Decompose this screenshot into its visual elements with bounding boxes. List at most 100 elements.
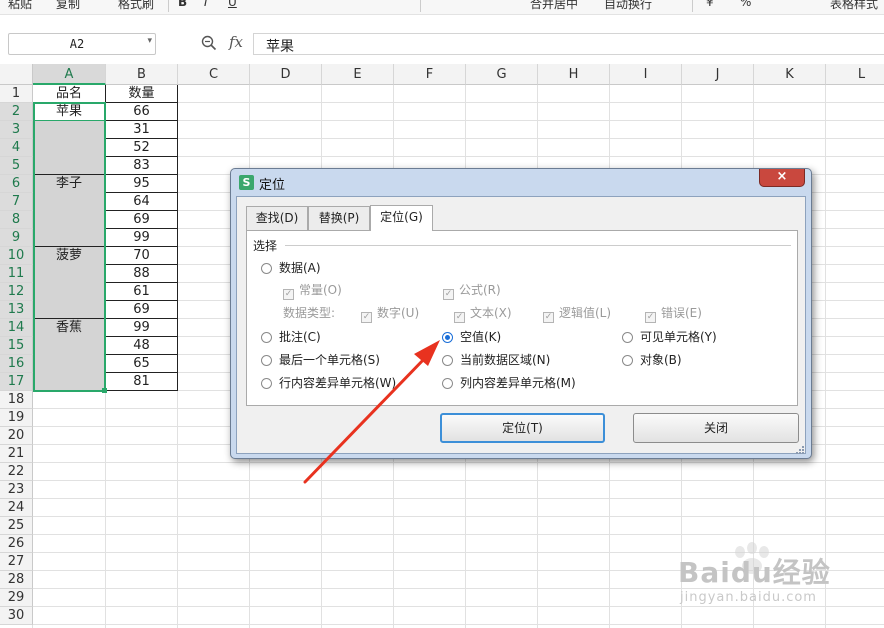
tab-find[interactable]: 查找(D)	[246, 206, 308, 230]
cell-b15[interactable]: 48	[106, 337, 178, 355]
column-header-b[interactable]: B	[106, 64, 178, 85]
row-header-27[interactable]: 27	[0, 553, 33, 571]
row-header-10[interactable]: 10	[0, 247, 33, 265]
cell-header-name[interactable]: 品名	[33, 85, 106, 103]
cell-a15[interactable]	[33, 337, 106, 355]
cell-a17[interactable]	[33, 373, 106, 391]
cell-b14[interactable]: 99	[106, 319, 178, 337]
row-header-13[interactable]: 13	[0, 301, 33, 319]
cell-b17[interactable]: 81	[106, 373, 178, 391]
option-column-differences[interactable]: 列内容差异单元格(M)	[442, 374, 576, 391]
option-objects[interactable]: 对象(B)	[622, 351, 682, 368]
cell-a9[interactable]	[33, 229, 106, 247]
close-button[interactable]: 关闭	[633, 413, 799, 443]
row-header-12[interactable]: 12	[0, 283, 33, 301]
cell-a8[interactable]	[33, 211, 106, 229]
row-header-5[interactable]: 5	[0, 157, 33, 175]
row-header-14[interactable]: 14	[0, 319, 33, 337]
row-header-1[interactable]: 1	[0, 85, 33, 103]
row-header-22[interactable]: 22	[0, 463, 33, 481]
goto-button[interactable]: 定位(T)	[440, 413, 605, 443]
row-header-3[interactable]: 3	[0, 121, 33, 139]
cell-a13[interactable]	[33, 301, 106, 319]
cell-b2[interactable]: 66	[106, 103, 178, 121]
row-header-26[interactable]: 26	[0, 535, 33, 553]
row-header-9[interactable]: 9	[0, 229, 33, 247]
option-current-region[interactable]: 当前数据区域(N)	[442, 351, 550, 368]
row-header-28[interactable]: 28	[0, 571, 33, 589]
column-header-h[interactable]: H	[538, 64, 610, 85]
option-blanks[interactable]: 空值(K)	[442, 328, 501, 345]
bold-button[interactable]: B	[178, 0, 187, 9]
column-header-e[interactable]: E	[322, 64, 394, 85]
cell-b3[interactable]: 31	[106, 121, 178, 139]
row-header-17[interactable]: 17	[0, 373, 33, 391]
percent-button[interactable]: %	[740, 0, 751, 9]
column-header-g[interactable]: G	[466, 64, 538, 85]
row-header-2[interactable]: 2	[0, 103, 33, 121]
row-header-24[interactable]: 24	[0, 499, 33, 517]
row-header-29[interactable]: 29	[0, 589, 33, 607]
row-header-21[interactable]: 21	[0, 445, 33, 463]
row-header-16[interactable]: 16	[0, 355, 33, 373]
cell-a12[interactable]	[33, 283, 106, 301]
name-box[interactable]: A2 ▾	[8, 33, 156, 55]
cell-b5[interactable]: 83	[106, 157, 178, 175]
underline-button[interactable]: U	[228, 0, 237, 9]
paste-button[interactable]: 粘贴	[8, 0, 32, 12]
fill-handle[interactable]	[102, 388, 107, 393]
cell-a3[interactable]	[33, 121, 106, 139]
column-header-c[interactable]: C	[178, 64, 250, 85]
cell-a2[interactable]: 苹果	[33, 103, 106, 121]
close-icon[interactable]: ×	[759, 169, 805, 187]
resize-grip-icon[interactable]	[791, 445, 805, 455]
row-header-7[interactable]: 7	[0, 193, 33, 211]
cell-a14[interactable]: 香蕉	[33, 319, 106, 337]
row-header-18[interactable]: 18	[0, 391, 33, 409]
cell-b11[interactable]: 88	[106, 265, 178, 283]
cell-b7[interactable]: 64	[106, 193, 178, 211]
option-data[interactable]: 数据(A)	[261, 259, 321, 276]
column-header-a[interactable]: A	[33, 64, 106, 85]
column-header-l[interactable]: L	[826, 64, 884, 85]
cell-a10[interactable]: 菠萝	[33, 247, 106, 265]
cell-b6[interactable]: 95	[106, 175, 178, 193]
row-header-30[interactable]: 30	[0, 607, 33, 625]
cell-b4[interactable]: 52	[106, 139, 178, 157]
column-header-j[interactable]: J	[682, 64, 754, 85]
tab-goto[interactable]: 定位(G)	[370, 205, 433, 231]
chevron-down-icon[interactable]: ▾	[147, 36, 152, 46]
tab-replace[interactable]: 替换(P)	[308, 206, 370, 230]
row-header-15[interactable]: 15	[0, 337, 33, 355]
cell-b12[interactable]: 61	[106, 283, 178, 301]
option-last-cell[interactable]: 最后一个单元格(S)	[261, 351, 380, 368]
cell-a11[interactable]	[33, 265, 106, 283]
merge-center-button[interactable]: 合并居中	[530, 0, 578, 12]
cell-a6[interactable]: 李子	[33, 175, 106, 193]
column-header-i[interactable]: I	[610, 64, 682, 85]
dialog-titlebar[interactable]: S 定位 ×	[231, 169, 811, 196]
row-header-6[interactable]: 6	[0, 175, 33, 193]
italic-button[interactable]: I	[204, 0, 208, 9]
cell-header-quantity[interactable]: 数量	[106, 85, 178, 103]
column-header-k[interactable]: K	[754, 64, 826, 85]
cell-b16[interactable]: 65	[106, 355, 178, 373]
format-painter-button[interactable]: 格式刷	[118, 0, 154, 12]
row-header-25[interactable]: 25	[0, 517, 33, 535]
select-all-corner[interactable]	[0, 64, 33, 85]
currency-button[interactable]: ¥	[706, 0, 714, 9]
column-header-f[interactable]: F	[394, 64, 466, 85]
zoom-icon[interactable]	[200, 34, 218, 52]
row-header-20[interactable]: 20	[0, 427, 33, 445]
option-comments[interactable]: 批注(C)	[261, 328, 321, 345]
row-header-19[interactable]: 19	[0, 409, 33, 427]
cell-a16[interactable]	[33, 355, 106, 373]
option-visible-cells[interactable]: 可见单元格(Y)	[622, 328, 717, 345]
row-header-4[interactable]: 4	[0, 139, 33, 157]
cell-a5[interactable]	[33, 157, 106, 175]
column-header-d[interactable]: D	[250, 64, 322, 85]
function-icon[interactable]: fx	[229, 33, 243, 51]
cell-b10[interactable]: 70	[106, 247, 178, 265]
cell-b8[interactable]: 69	[106, 211, 178, 229]
row-header-23[interactable]: 23	[0, 481, 33, 499]
